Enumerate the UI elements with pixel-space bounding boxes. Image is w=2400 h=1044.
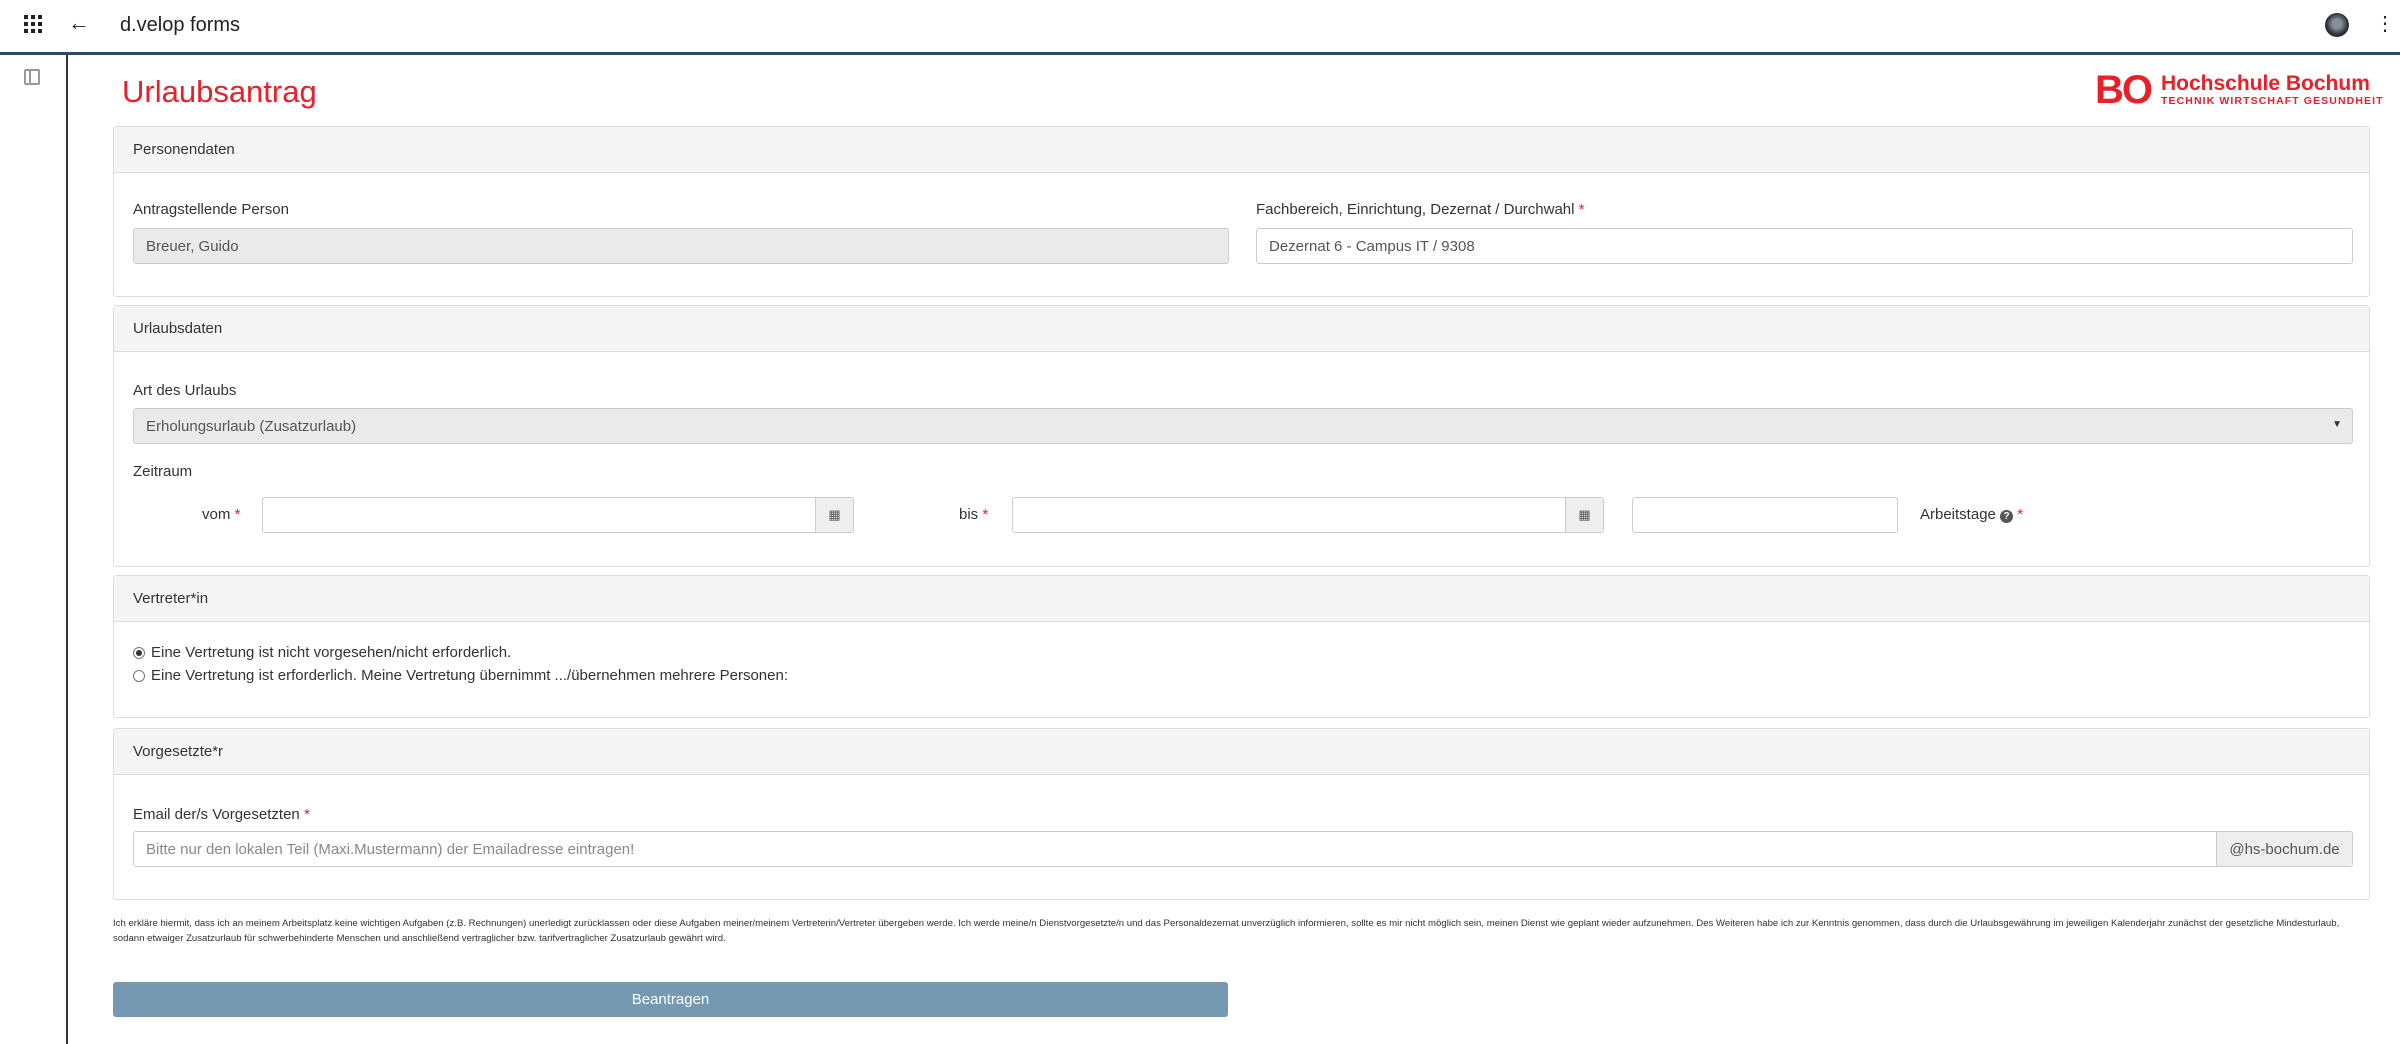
radio-label: Eine Vertretung ist nicht vorgesehen/nic… bbox=[151, 644, 512, 661]
panel-header: Vertreter*in bbox=[114, 576, 2369, 622]
page-title: Urlaubsantrag bbox=[122, 74, 317, 109]
submit-button[interactable]: Beantragen bbox=[113, 982, 1228, 1017]
vom-label-text: vom bbox=[202, 506, 231, 523]
panel-vorgesetzte: Vorgesetzte*r Email der/s Vorgesetzten *… bbox=[113, 728, 2370, 900]
art-select-value: Erholungsurlaub (Zusatzurlaub) bbox=[146, 418, 357, 435]
radio-substitute-required[interactable]: Eine Vertretung ist erforderlich. Meine … bbox=[133, 667, 788, 684]
art-select[interactable]: Erholungsurlaub (Zusatzurlaub) ▼ bbox=[133, 408, 2353, 444]
required-mark: * bbox=[303, 806, 310, 823]
email-label: Email der/s Vorgesetzten * bbox=[133, 806, 310, 823]
logo-tagline: TECHNIK WIRTSCHAFT GESUNDHEIT bbox=[2161, 95, 2384, 107]
calendar-icon[interactable]: ▦ bbox=[1565, 498, 1603, 532]
bis-date-input[interactable]: ▦ bbox=[1012, 497, 1604, 533]
fachbereich-field[interactable]: Dezernat 6 - Campus IT / 9308 bbox=[1256, 228, 2353, 264]
required-mark: * bbox=[234, 506, 241, 523]
email-input[interactable]: Bitte nur den lokalen Teil (Maxi.Musterm… bbox=[133, 831, 2353, 867]
help-icon[interactable]: ? bbox=[2000, 510, 2014, 523]
person-label: Antragstellende Person bbox=[133, 201, 289, 218]
panel-header: Personendaten bbox=[114, 127, 2369, 173]
required-mark: * bbox=[2017, 506, 2024, 523]
panel-header: Urlaubsdaten bbox=[114, 306, 2369, 352]
required-mark: * bbox=[982, 506, 989, 523]
fachbereich-label-text: Fachbereich, Einrichtung, Dezernat / Dur… bbox=[1256, 201, 1575, 218]
zeitraum-label: Zeitraum bbox=[133, 463, 193, 480]
vom-date-input[interactable]: ▦ bbox=[262, 497, 854, 533]
person-field[interactable]: Breuer, Guido bbox=[133, 228, 1229, 264]
radio-label: Eine Vertretung ist erforderlich. Meine … bbox=[151, 667, 788, 684]
email-placeholder: Bitte nur den lokalen Teil (Maxi.Musterm… bbox=[146, 841, 635, 858]
hochschule-bochum-logo: BO Hochschule Bochum TECHNIK WIRTSCHAFT G… bbox=[2095, 70, 2384, 110]
logo-mark: BO bbox=[2095, 68, 2153, 112]
radio-unchecked[interactable] bbox=[133, 669, 145, 682]
user-avatar[interactable] bbox=[2325, 13, 2349, 37]
calendar-icon[interactable]: ▦ bbox=[815, 498, 853, 532]
art-label: Art des Urlaubs bbox=[133, 382, 237, 399]
arbeitstage-label-text: Arbeitstage bbox=[1920, 506, 1996, 523]
sidebar bbox=[0, 55, 68, 1044]
required-mark: * bbox=[1578, 201, 1585, 218]
panel-vertreter: Vertreter*in Eine Vertretung ist nicht v… bbox=[113, 575, 2370, 718]
vom-label: vom * bbox=[202, 506, 240, 523]
bis-label: bis * bbox=[959, 506, 988, 523]
email-domain-addon: @hs-bochum.de bbox=[2216, 832, 2352, 866]
back-arrow-icon[interactable]: ← bbox=[68, 10, 90, 36]
logo-name: Hochschule Bochum bbox=[2161, 72, 2370, 95]
app-title: d.velop forms bbox=[120, 14, 241, 36]
fachbereich-label: Fachbereich, Einrichtung, Dezernat / Dur… bbox=[1256, 201, 1585, 218]
sidebar-toggle-icon[interactable] bbox=[24, 69, 40, 85]
disclaimer-text: Ich erkläre hiermit, dass ich an meinem … bbox=[113, 918, 2340, 944]
caret-down-icon: ▼ bbox=[2332, 419, 2342, 430]
apps-grid-icon[interactable] bbox=[24, 15, 42, 33]
arbeitstage-input[interactable] bbox=[1632, 497, 1898, 533]
email-label-text: Email der/s Vorgesetzten bbox=[133, 806, 300, 823]
more-options-icon[interactable]: ⋮ bbox=[2375, 14, 2395, 34]
bis-label-text: bis bbox=[959, 506, 979, 523]
arbeitstage-label: Arbeitstage ? * bbox=[1920, 506, 2023, 523]
panel-urlaubsdaten: Urlaubsdaten Art des Urlaubs Erholungsur… bbox=[113, 305, 2370, 567]
panel-header: Vorgesetzte*r bbox=[114, 729, 2369, 775]
top-bar: ← d.velop forms ⋮ bbox=[0, 0, 2400, 55]
panel-personendaten: Personendaten Antragstellende Person Bre… bbox=[113, 126, 2370, 297]
radio-no-substitute[interactable]: Eine Vertretung ist nicht vorgesehen/nic… bbox=[133, 644, 511, 661]
radio-checked[interactable] bbox=[133, 646, 145, 659]
